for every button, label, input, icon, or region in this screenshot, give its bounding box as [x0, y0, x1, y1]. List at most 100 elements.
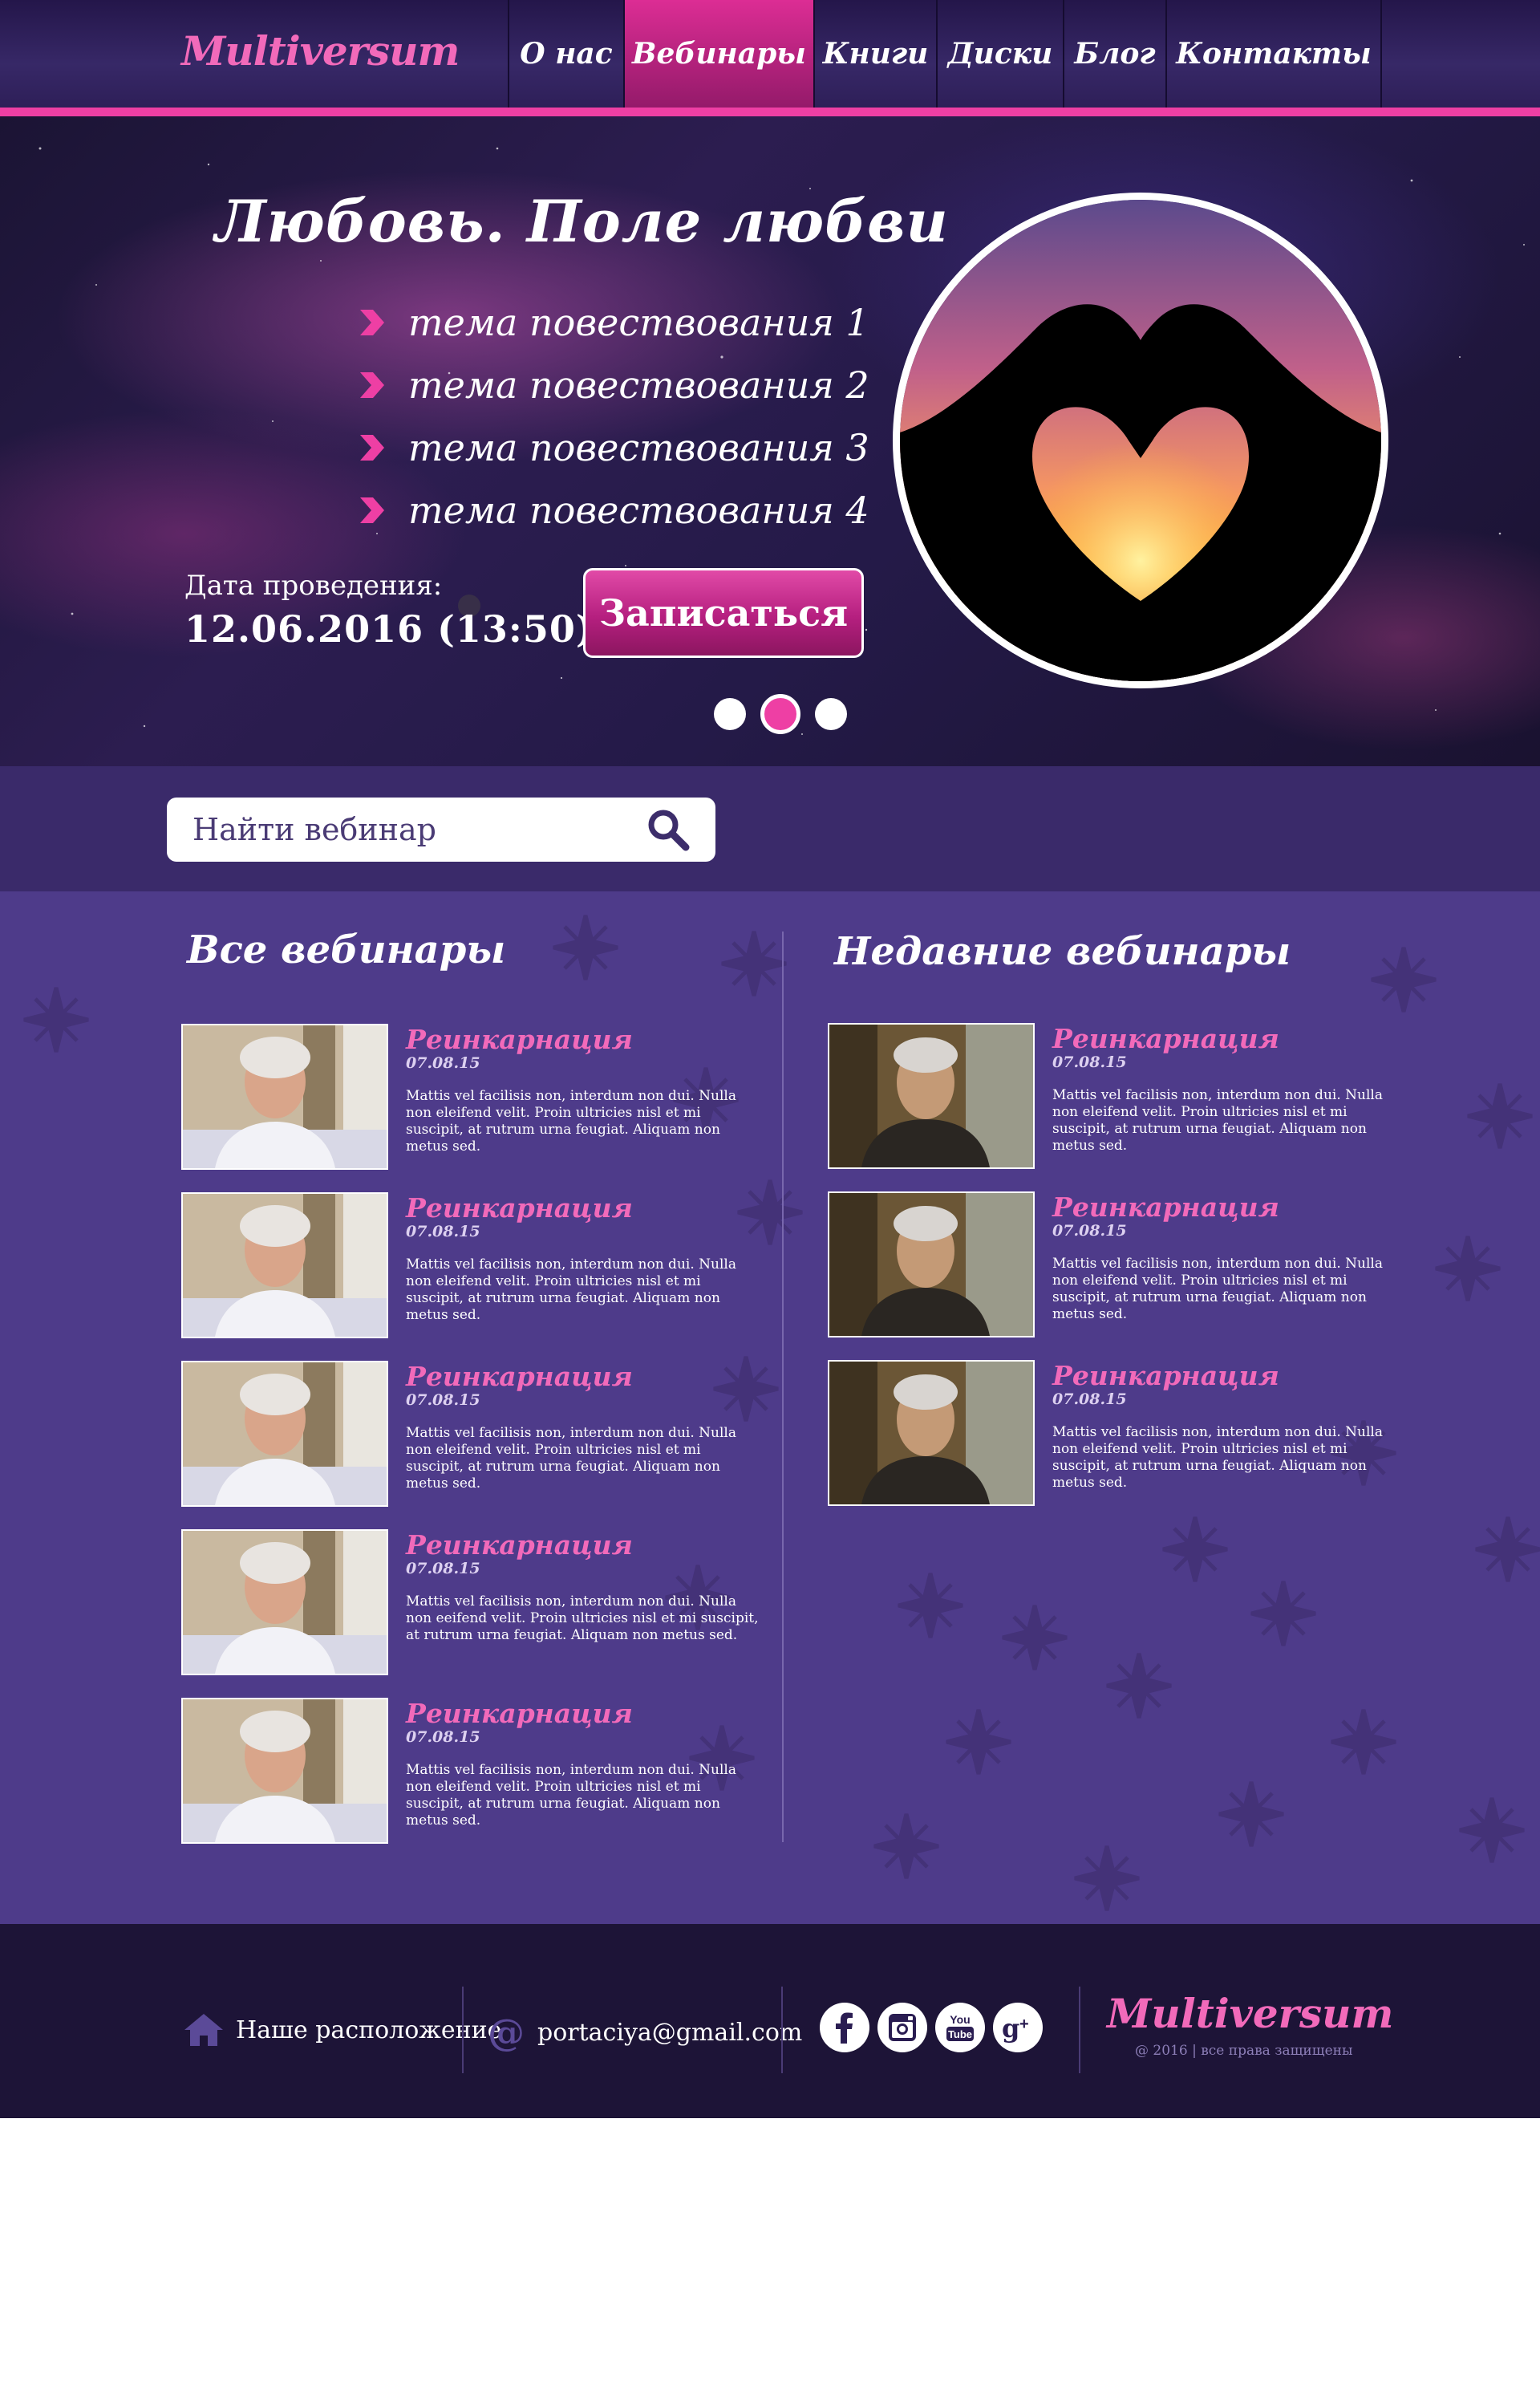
topic-label: тема повествования 2 — [408, 363, 869, 407]
location-link[interactable]: Наше расположение — [183, 2012, 501, 2048]
all-webinars-title: Все вебинары — [187, 927, 506, 972]
topic-item: тема повествования 4 — [357, 479, 869, 542]
webinar-thumbnail[interactable] — [181, 1192, 388, 1338]
nav-item-webinars[interactable]: Вебинары — [623, 0, 813, 108]
date-label: Дата проведения: — [184, 570, 443, 602]
email-link[interactable]: @ portaciya@gmail.com — [488, 2011, 802, 2054]
webinar-thumbnail[interactable] — [181, 1529, 388, 1675]
google-plus-icon[interactable]: g + — [993, 2003, 1043, 2052]
copyright-text: @ 2016 | все права защищены — [1135, 2043, 1353, 2059]
home-icon — [184, 2014, 223, 2046]
topic-list: тема повествования 1 тема повествования … — [357, 291, 869, 542]
site-footer: Наше расположение @ portaciya@gmail.com … — [0, 1924, 1540, 2118]
webinar-title[interactable]: Реинкарнация — [1052, 1023, 1279, 1054]
webinar-title[interactable]: Реинкарнация — [406, 1024, 633, 1055]
facebook-icon[interactable] — [820, 2003, 869, 2052]
webinar-card: Реинкарнация 07.08.15 Mattis vel facilis… — [181, 1698, 791, 1844]
webinar-thumbnail[interactable] — [181, 1361, 388, 1507]
svg-text:+: + — [1019, 2015, 1029, 2033]
recent-webinars-title: Недавние вебинары — [834, 929, 1291, 974]
webinar-date: 07.08.15 — [406, 1560, 480, 1577]
nav-item-discs[interactable]: Диски — [936, 0, 1063, 108]
webinar-description: Mattis vel facilisis non, interdum non d… — [406, 1088, 736, 1155]
search-box — [167, 798, 715, 862]
nav-item-contacts[interactable]: Контакты — [1165, 0, 1382, 108]
webinar-date: 07.08.15 — [1052, 1222, 1127, 1240]
webinar-date: 07.08.15 — [406, 1054, 480, 1072]
webinar-description: Mattis vel facilisis non, interdum non d… — [1052, 1087, 1383, 1154]
webinar-card: Реинкарнация 07.08.15 Mattis vel facilis… — [181, 1529, 791, 1675]
chevron-right-icon — [360, 497, 384, 523]
webinar-date: 07.08.15 — [406, 1391, 480, 1409]
hero-slider: Любовь. Поле любви тема повествования 1 … — [0, 116, 1540, 766]
slider-dot[interactable] — [815, 698, 847, 730]
webinar-description: Mattis vel facilisis non, interdum non d… — [1052, 1424, 1383, 1491]
webinar-description: Mattis vel facilisis non, interdum non d… — [406, 1762, 736, 1829]
search-icon[interactable] — [640, 802, 696, 858]
signup-button[interactable]: Записаться — [583, 568, 864, 658]
webinar-thumbnail[interactable] — [828, 1360, 1035, 1506]
topic-item: тема повествования 3 — [357, 416, 869, 479]
svg-text:You: You — [950, 2013, 970, 2026]
recent-webinar-card: Реинкарнация 07.08.15 Mattis vel facilis… — [828, 1360, 1437, 1506]
webinar-title[interactable]: Реинкарнация — [406, 1698, 633, 1729]
nav-item-about[interactable]: О нас — [508, 0, 623, 108]
heart-hands-image — [893, 193, 1388, 688]
main-nav: О нас Вебинары Книги Диски Блог Контакты — [508, 0, 1382, 108]
webinar-title[interactable]: Реинкарнация — [1052, 1360, 1279, 1391]
nav-item-books[interactable]: Книги — [813, 0, 936, 108]
topic-item: тема повествования 2 — [357, 354, 869, 416]
search-band — [0, 766, 1540, 891]
email-label: portaciya@gmail.com — [537, 2018, 803, 2047]
chevron-right-icon — [360, 435, 384, 461]
webinar-thumbnail[interactable] — [181, 1024, 388, 1170]
slider-pagination — [714, 694, 847, 734]
webinar-description: Mattis vel facilisis non, interdum non d… — [1052, 1256, 1383, 1322]
chevron-right-icon — [360, 310, 384, 335]
webinar-date: 07.08.15 — [1052, 1053, 1127, 1071]
webinar-title[interactable]: Реинкарнация — [406, 1192, 633, 1224]
nav-item-blog[interactable]: Блог — [1063, 0, 1165, 108]
webinar-date: 07.08.15 — [1052, 1390, 1127, 1408]
topic-label: тема повествования 3 — [408, 426, 869, 469]
recent-webinar-card: Реинкарнация 07.08.15 Mattis vel facilis… — [828, 1191, 1437, 1337]
header-accent-stripe — [0, 108, 1540, 116]
webinar-title[interactable]: Реинкарнация — [1052, 1191, 1279, 1223]
webinar-title[interactable]: Реинкарнация — [406, 1529, 633, 1561]
webinar-thumbnail[interactable] — [828, 1191, 1035, 1337]
webinar-description: Mattis vel facilisis non, interdum non d… — [406, 1425, 736, 1492]
social-links: You Tube g + — [820, 2003, 1043, 2052]
site-logo[interactable]: Multiversum — [181, 27, 460, 75]
webinar-date: 07.08.15 — [406, 1223, 480, 1240]
webinar-card: Реинкарнация 07.08.15 Mattis vel facilis… — [181, 1192, 791, 1338]
webinar-thumbnail[interactable] — [181, 1698, 388, 1844]
slider-dot-active[interactable] — [760, 694, 800, 734]
webinar-description: Mattis vel facilisis non, interdum non d… — [406, 1256, 736, 1323]
date-value: 12.06.2016 (13:50) — [184, 607, 594, 651]
topic-label: тема повествования 4 — [408, 489, 869, 532]
topic-item: тема повествования 1 — [357, 291, 869, 354]
webinar-description: Mattis vel facilisis non, interdum non d… — [406, 1593, 759, 1643]
footer-divider — [781, 1987, 783, 2073]
svg-text:g: g — [1002, 2013, 1019, 2044]
webinar-thumbnail[interactable] — [828, 1023, 1035, 1169]
site-header: Multiversum О нас Вебинары Книги Диски Б… — [0, 0, 1540, 116]
webinar-title: Любовь. Поле любви — [215, 187, 949, 255]
at-icon: @ — [488, 2011, 525, 2054]
instagram-icon[interactable] — [877, 2003, 927, 2052]
webinar-title[interactable]: Реинкарнация — [406, 1361, 633, 1392]
webinar-card: Реинкарнация 07.08.15 Mattis vel facilis… — [181, 1361, 791, 1507]
footer-logo[interactable]: Multiversum — [1107, 1990, 1393, 2037]
slider-dot[interactable] — [714, 698, 746, 730]
svg-text:Tube: Tube — [948, 2028, 972, 2040]
footer-divider — [462, 1987, 464, 2073]
webinar-card: Реинкарнация 07.08.15 Mattis vel facilis… — [181, 1024, 791, 1170]
webinar-date: 07.08.15 — [406, 1728, 480, 1746]
footer-divider — [1079, 1987, 1080, 2073]
topic-label: тема повествования 1 — [408, 301, 869, 344]
recent-webinar-card: Реинкарнация 07.08.15 Mattis vel facilis… — [828, 1023, 1437, 1169]
chevron-right-icon — [360, 372, 384, 398]
youtube-icon[interactable]: You Tube — [935, 2003, 985, 2052]
search-input[interactable] — [191, 811, 640, 848]
webinars-section: Все вебинары Недавние вебинары Реинкарна… — [0, 891, 1540, 1924]
